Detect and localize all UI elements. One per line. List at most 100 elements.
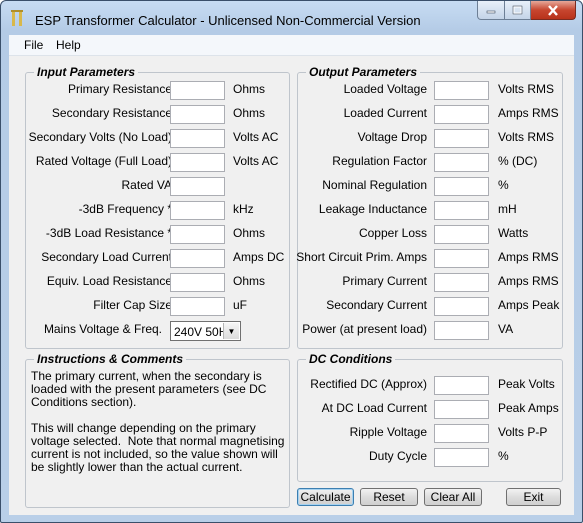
close-icon: [548, 4, 558, 16]
input-label: Rated Voltage (Full Load): [35, 154, 172, 168]
chevron-down-icon[interactable]: ▼: [223, 323, 239, 339]
minus3db-load-resistance-input[interactable]: [170, 225, 225, 244]
output-parameters-group: Output Parameters Loaded Voltage Volts R…: [296, 65, 563, 349]
output-unit: Amps RMS: [498, 274, 559, 288]
output-unit: Amps Peak: [498, 298, 560, 312]
input-label: Secondary Resistance: [51, 106, 172, 120]
input-unit: kHz: [233, 202, 254, 216]
dc-unit: Peak Amps: [498, 401, 559, 415]
voltage-drop-output[interactable]: [434, 129, 489, 148]
app-icon: [11, 10, 23, 26]
dc-unit: Volts P-P: [498, 425, 548, 439]
instructions-group: Instructions & Comments The primary curr…: [25, 352, 290, 508]
input-unit: Volts AC: [233, 130, 279, 144]
equiv-load-resistance-input[interactable]: [170, 273, 225, 292]
input-unit: Ohms: [233, 106, 266, 120]
loaded-current-output[interactable]: [434, 105, 489, 124]
secondary-load-current-input[interactable]: [170, 249, 225, 268]
minimize-icon: [486, 10, 496, 14]
instructions-text: The primary current, when the secondary …: [31, 369, 285, 474]
loaded-voltage-output[interactable]: [434, 81, 489, 100]
input-unit: Ohms: [233, 226, 266, 240]
dc-conditions-legend: DC Conditions: [306, 352, 396, 366]
ripple-voltage-output[interactable]: [434, 424, 489, 443]
duty-cycle-output[interactable]: [434, 448, 489, 467]
input-label: -3dB Frequency *: [78, 202, 172, 216]
nominal-regulation-output[interactable]: [434, 177, 489, 196]
input-unit: Amps DC: [233, 250, 285, 264]
copper-loss-output[interactable]: [434, 225, 489, 244]
dc-label: Duty Cycle: [368, 449, 427, 463]
secondary-volts-input[interactable]: [170, 129, 225, 148]
output-label: Leakage Inductance: [318, 202, 427, 216]
short-circuit-amps-output[interactable]: [434, 249, 489, 268]
app-window: ESP Transformer Calculator - Unlicensed …: [0, 0, 583, 523]
output-unit: VA: [498, 322, 514, 336]
maximize-button[interactable]: [505, 1, 531, 20]
input-unit: Volts AC: [233, 154, 279, 168]
output-parameters-legend: Output Parameters: [306, 65, 421, 79]
input-label: Secondary Load Current: [41, 250, 172, 264]
dc-label: Ripple Voltage: [349, 425, 427, 439]
output-label: Copper Loss: [358, 226, 427, 240]
output-label: Regulation Factor: [332, 154, 427, 168]
dc-unit: Peak Volts: [498, 377, 555, 391]
output-label: Primary Current: [342, 274, 427, 288]
output-label: Voltage Drop: [357, 130, 427, 144]
output-unit: Watts: [498, 226, 529, 240]
input-label: Secondary Volts (No Load): [28, 130, 172, 144]
instructions-legend: Instructions & Comments: [34, 352, 187, 366]
filter-cap-size-input[interactable]: [170, 297, 225, 316]
leakage-inductance-output[interactable]: [434, 201, 489, 220]
dc-load-current-output[interactable]: [434, 400, 489, 419]
clear-all-button[interactable]: Clear All: [424, 488, 482, 506]
regulation-factor-output[interactable]: [434, 153, 489, 172]
power-output[interactable]: [434, 321, 489, 340]
mains-voltage-value: 240V 50Hz: [174, 325, 226, 339]
maximize-icon: [512, 5, 523, 15]
secondary-current-output[interactable]: [434, 297, 489, 316]
output-unit: mH: [498, 202, 517, 216]
input-unit: Ohms: [233, 82, 266, 96]
input-label: Primary Resistance: [67, 82, 172, 96]
primary-resistance-input[interactable]: [170, 81, 225, 100]
input-label: Rated VA: [121, 178, 172, 192]
calculate-button[interactable]: Calculate: [297, 488, 354, 506]
input-parameters-group: Input Parameters Primary Resistance Ohms…: [25, 65, 290, 349]
output-label: Loaded Voltage: [343, 82, 427, 96]
output-unit: Volts RMS: [498, 130, 555, 144]
minimize-button[interactable]: [477, 1, 505, 20]
rated-voltage-input[interactable]: [170, 153, 225, 172]
menu-file[interactable]: File: [24, 38, 43, 52]
input-unit: uF: [233, 298, 248, 312]
dc-conditions-group: DC Conditions Rectified DC (Approx) Peak…: [297, 352, 563, 482]
menu-help[interactable]: Help: [56, 38, 81, 52]
reset-button[interactable]: Reset: [360, 488, 418, 506]
exit-button[interactable]: Exit: [506, 488, 561, 506]
secondary-resistance-input[interactable]: [170, 105, 225, 124]
output-label: Secondary Current: [326, 298, 427, 312]
output-unit: Volts RMS: [498, 82, 555, 96]
minus3db-frequency-input[interactable]: [170, 201, 225, 220]
rectified-dc-output[interactable]: [434, 376, 489, 395]
mains-label: Mains Voltage & Freq.: [43, 322, 162, 336]
output-label: Loaded Current: [343, 106, 427, 120]
dc-label: At DC Load Current: [321, 401, 427, 415]
output-unit: %: [498, 178, 509, 192]
input-unit: Ohms: [233, 274, 266, 288]
window-title: ESP Transformer Calculator - Unlicensed …: [35, 13, 421, 28]
output-unit: Amps RMS: [498, 250, 559, 264]
menu-bar: File Help: [9, 35, 574, 56]
rated-va-input[interactable]: [170, 177, 225, 196]
input-label: -3dB Load Resistance *: [45, 226, 172, 240]
input-label: Filter Cap Size: [93, 298, 172, 312]
title-bar[interactable]: ESP Transformer Calculator - Unlicensed …: [1, 1, 582, 35]
input-label: Equiv. Load Resistance: [46, 274, 172, 288]
output-unit: % (DC): [498, 154, 538, 168]
primary-current-output[interactable]: [434, 273, 489, 292]
client-area: Input Parameters Primary Resistance Ohms…: [9, 56, 574, 515]
output-unit: Amps RMS: [498, 106, 559, 120]
mains-voltage-select[interactable]: 240V 50Hz ▼: [170, 321, 241, 341]
close-button[interactable]: [531, 1, 576, 20]
output-label: Power (at present load): [302, 322, 427, 336]
